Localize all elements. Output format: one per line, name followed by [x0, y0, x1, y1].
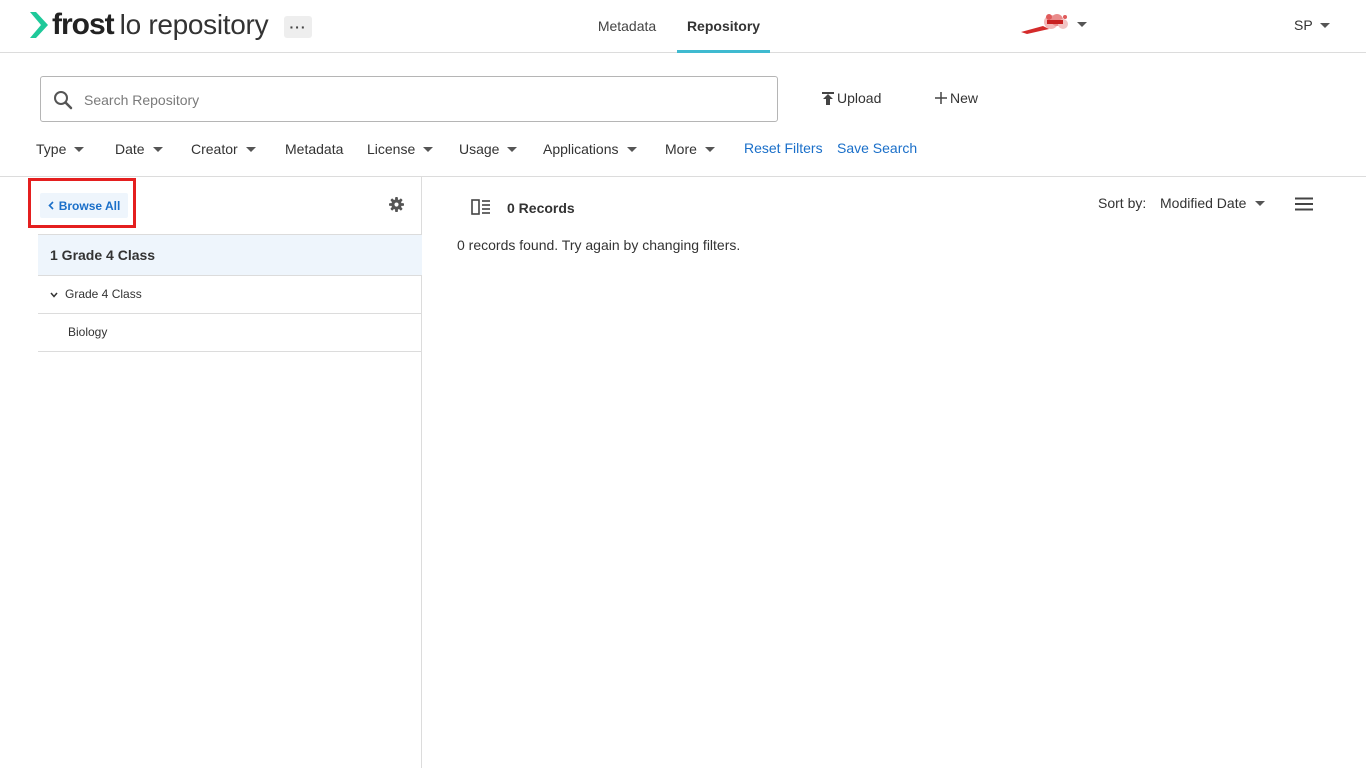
caret-down-icon: [507, 146, 518, 152]
filter-type-label: Type: [36, 141, 67, 157]
split-view-icon[interactable]: [471, 199, 491, 215]
records-count: 0 Records: [507, 200, 575, 216]
upload-button[interactable]: Upload: [822, 90, 881, 106]
user-caret-icon: [1319, 22, 1330, 28]
tree-item-label: Grade 4 Class: [65, 287, 142, 301]
caret-down-icon: [423, 146, 434, 152]
sort-label: Sort by:: [1098, 195, 1147, 211]
filter-license[interactable]: License: [367, 140, 434, 158]
tab-repository[interactable]: Repository: [677, 0, 770, 53]
filter-applications-label: Applications: [543, 141, 619, 157]
upload-icon: [822, 91, 834, 105]
frost-chevron-icon: [30, 12, 48, 38]
caret-down-icon: [74, 146, 85, 152]
reset-filters-link[interactable]: Reset Filters: [744, 140, 823, 156]
caret-down-icon: [704, 146, 715, 152]
plus-icon: [935, 92, 947, 104]
filter-creator-label: Creator: [191, 141, 238, 157]
new-label: New: [950, 90, 979, 106]
list-menu-icon[interactable]: [1295, 197, 1313, 211]
caret-down-icon: [626, 146, 637, 152]
caret-down-icon: [1255, 200, 1266, 206]
highlight-annotation: [28, 178, 136, 228]
caret-down-icon: [245, 146, 256, 152]
organization-logo[interactable]: [1019, 12, 1071, 36]
filter-usage-label: Usage: [459, 141, 500, 157]
empty-results-message: 0 records found. Try again by changing f…: [457, 237, 741, 253]
filter-type[interactable]: Type: [36, 140, 85, 158]
user-menu[interactable]: SP: [1294, 17, 1330, 33]
filter-metadata-label: Metadata: [285, 141, 344, 157]
filter-creator[interactable]: Creator: [191, 140, 256, 158]
filter-license-label: License: [367, 141, 416, 157]
filter-more[interactable]: More: [665, 140, 715, 158]
filter-usage[interactable]: Usage: [459, 140, 518, 158]
product-name: lo repository: [119, 9, 269, 40]
chevron-down-icon[interactable]: [50, 292, 58, 298]
save-search-link[interactable]: Save Search: [837, 140, 917, 156]
org-menu-caret-icon[interactable]: [1077, 22, 1087, 27]
tree-item-label: Biology: [68, 325, 108, 339]
top-header: frost lo repository ··· Metadata Reposit…: [0, 0, 1366, 53]
app-logo[interactable]: frost lo repository: [28, 8, 269, 41]
search-input[interactable]: [84, 87, 764, 113]
filter-date-label: Date: [115, 141, 145, 157]
search-field[interactable]: [40, 76, 778, 122]
filter-applications[interactable]: Applications: [543, 140, 637, 158]
sort-select[interactable]: Modified Date: [1160, 195, 1266, 211]
tab-metadata[interactable]: Metadata: [586, 0, 668, 53]
new-button[interactable]: New: [935, 90, 978, 106]
filter-more-label: More: [665, 141, 697, 157]
tree-item-biology[interactable]: Biology: [38, 314, 422, 352]
more-options-button[interactable]: ···: [284, 16, 312, 38]
upload-label: Upload: [837, 90, 882, 106]
caret-down-icon: [152, 146, 163, 152]
tree-item-grade-4-class[interactable]: Grade 4 Class: [38, 276, 422, 314]
filter-metadata[interactable]: Metadata: [285, 140, 343, 158]
brand-name: frost: [52, 8, 115, 41]
user-initials: SP: [1294, 17, 1313, 33]
sort-value: Modified Date: [1160, 195, 1247, 211]
gear-icon[interactable]: [389, 197, 404, 212]
filter-date[interactable]: Date: [115, 140, 163, 158]
search-icon: [54, 91, 73, 110]
tree-title[interactable]: 1 Grade 4 Class: [38, 234, 422, 276]
